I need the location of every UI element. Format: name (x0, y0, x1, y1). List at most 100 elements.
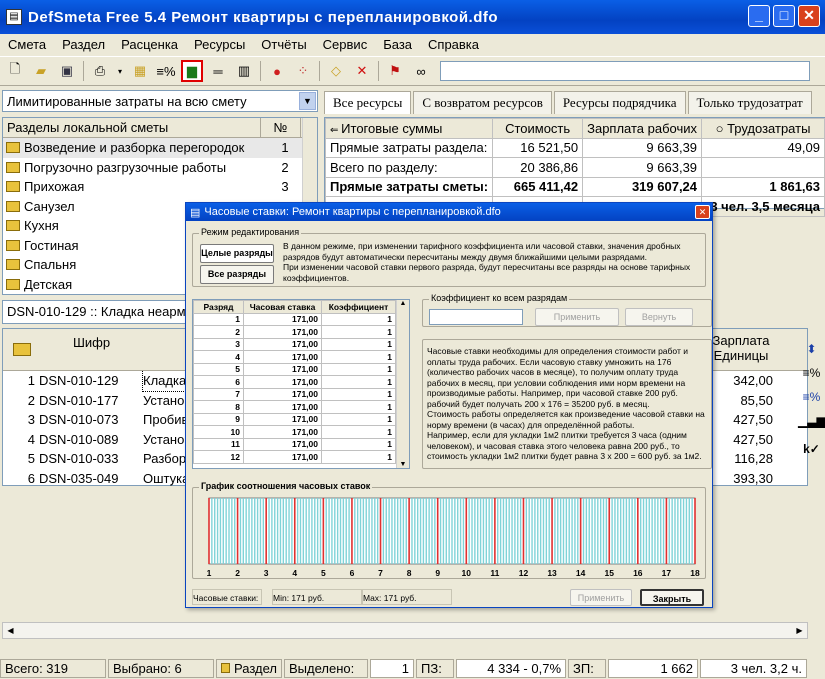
grid-rate: 171,00 (243, 325, 322, 339)
hourly-rates-chart-icon[interactable]: ▆ (181, 60, 203, 82)
dialog-close-icon[interactable]: ✕ (695, 205, 710, 219)
menu-resursy[interactable]: Ресурсы (186, 37, 253, 52)
grid-rank: 11 (193, 437, 244, 451)
print-dropdown-icon[interactable]: ▾ (115, 60, 125, 82)
flag-icon[interactable]: ⚑ (384, 60, 406, 82)
window-title: DefSmeta Free 5.4 Ремонт квартиры с пере… (28, 8, 499, 26)
grid-row[interactable]: 4 171,00 1 (193, 350, 396, 364)
dialog-title-bar: ▤ Часовые ставки: Ремонт квартиры с пере… (186, 203, 712, 221)
hourly-rates-dialog: ▤ Часовые ставки: Ремонт квартиры с пере… (185, 202, 713, 608)
section-name: Погрузочно разгрузочные работы (24, 159, 227, 175)
menu-smeta[interactable]: Смета (0, 37, 54, 52)
scroll-down-icon[interactable]: ▼ (397, 461, 409, 468)
grid-row[interactable]: 1 171,00 1 (193, 312, 396, 326)
calendar-icon[interactable]: ▥ (233, 60, 255, 82)
grid-rate: 171,00 (243, 312, 322, 326)
grid-coef: 1 (321, 350, 396, 364)
grid-row[interactable]: 3 171,00 1 (193, 337, 396, 351)
grid-row[interactable]: 10 171,00 1 (193, 425, 396, 439)
grid-scrollbar[interactable]: ▲ ▼ (396, 300, 409, 468)
rate-row-num: 1 (27, 373, 35, 389)
chart-tick-label: 7 (378, 568, 383, 578)
grid-rank: 4 (193, 350, 244, 364)
grid-row[interactable]: 2 171,00 1 (193, 325, 396, 339)
percent-list-blue-icon[interactable]: ≡% (798, 390, 825, 414)
tab-all-resources[interactable]: Все ресурсы (324, 91, 412, 114)
color-balls-icon[interactable]: ● (266, 60, 288, 82)
section-row[interactable]: Возведение и разборка перегородок 1 (3, 138, 317, 158)
totals-cost: 16 521,50 (492, 137, 584, 158)
menu-servis[interactable]: Сервис (315, 37, 376, 52)
scroll-left-icon[interactable]: ◀ (3, 623, 18, 638)
grid-row[interactable]: 5 171,00 1 (193, 362, 396, 376)
grid-row[interactable]: 6 171,00 1 (193, 375, 396, 389)
menu-rascenka[interactable]: Расценка (113, 37, 186, 52)
apply-button[interactable]: Применить (570, 589, 632, 606)
all-ranks-button[interactable]: Все разряды (200, 265, 274, 284)
new-file-icon[interactable]: 🗋 (4, 60, 26, 82)
tab-contractor-resources[interactable]: Ресурсы подрядчика (553, 91, 686, 114)
coef-input[interactable] (429, 309, 523, 325)
menu-otchety[interactable]: Отчёты (253, 37, 314, 52)
grid-rate: 171,00 (243, 412, 322, 426)
totals-header-cost: Стоимость (492, 118, 584, 139)
limit-costs-combo[interactable]: Лимитированные затраты на всю смету ▼ (2, 90, 318, 112)
totals-labor: 3 чел. 3,5 месяца (701, 196, 825, 217)
menu-razdel[interactable]: Раздел (54, 37, 113, 52)
chart-tick-label: 13 (547, 568, 557, 578)
grid-row[interactable]: 7 171,00 1 (193, 387, 396, 401)
scroll-right-icon[interactable]: ▶ (792, 623, 807, 638)
grid-row[interactable]: 9 171,00 1 (193, 412, 396, 426)
eraser-icon[interactable]: ◇ (325, 60, 347, 82)
print-icon[interactable]: ⎙ (89, 60, 111, 82)
save-icon[interactable]: ▣ (56, 60, 78, 82)
chevron-down-icon[interactable]: ▼ (299, 92, 316, 110)
whole-ranks-button[interactable]: Целые разряды (200, 244, 274, 263)
section-row[interactable]: Погрузочно разгрузочные работы 2 (3, 158, 317, 178)
coefficient-check-icon[interactable]: k✓ (798, 442, 825, 466)
chart-tick-label: 4 (292, 568, 297, 578)
bar-chart-icon[interactable]: ▁▃▆ (798, 414, 825, 442)
open-folder-icon[interactable]: ▰ (30, 60, 52, 82)
grid-row[interactable]: 11 171,00 1 (193, 437, 396, 451)
menu-spravka[interactable]: Справка (420, 37, 487, 52)
grid-rate: 171,00 (243, 337, 322, 351)
totals-cost: 20 386,86 (492, 157, 584, 178)
percent-list-icon[interactable]: ≡% (798, 366, 825, 390)
grid-coef: 1 (321, 362, 396, 376)
horizontal-scrollbar[interactable]: ◀ ▶ (2, 622, 808, 639)
footer-min: Min: 171 руб. (272, 589, 362, 605)
status-section: Раздел (216, 658, 282, 678)
open-folder-icon[interactable] (13, 343, 31, 356)
menu-baza[interactable]: База (375, 37, 420, 52)
minimize-button[interactable]: _ (748, 5, 770, 27)
revert-button[interactable]: Вернуть (625, 308, 693, 326)
chart-tick-label: 15 (605, 568, 615, 578)
search-input[interactable] (440, 61, 810, 81)
ruler-icon[interactable]: ═ (207, 60, 229, 82)
dialog-close-button[interactable]: Закрыть (640, 589, 704, 606)
app-icon: ▤ (6, 9, 22, 25)
grid-row[interactable]: 12 171,00 1 (193, 450, 396, 464)
chart-tick-label: 16 (633, 568, 643, 578)
sort-updown-icon[interactable]: ⬍ (798, 342, 825, 366)
grid-row[interactable]: 8 171,00 1 (193, 400, 396, 414)
mode-description: В данном режиме, при изменении тарифного… (283, 241, 691, 283)
export-icon[interactable]: ▦ (129, 60, 151, 82)
section-row[interactable]: Прихожая 3 (3, 177, 317, 197)
close-button[interactable]: ✕ (798, 5, 820, 27)
grid-rank: 8 (193, 400, 244, 414)
tab-with-return[interactable]: С возвратом ресурсов (413, 91, 552, 114)
scatter-icon[interactable]: ⁘ (292, 60, 314, 82)
delete-icon[interactable]: ✕ (351, 60, 373, 82)
percent-list-icon[interactable]: ≡% (155, 60, 177, 82)
apply-coef-button[interactable]: Применить (535, 308, 619, 326)
scroll-up-icon[interactable]: ▲ (397, 300, 409, 307)
tab-labor-only[interactable]: Только трудозатрат (687, 91, 812, 114)
grid-header-rank: Разряд (193, 300, 244, 314)
folder-icon (6, 239, 20, 251)
maximize-button[interactable]: □ (773, 5, 795, 27)
binoculars-icon[interactable]: ∞ (410, 60, 432, 82)
totals-table: ⇐ Итоговые суммы Стоимость Зарплата рабо… (324, 117, 825, 217)
right-toolbar: ⬍ ≡% ≡% ▁▃▆ k✓ (798, 330, 825, 500)
